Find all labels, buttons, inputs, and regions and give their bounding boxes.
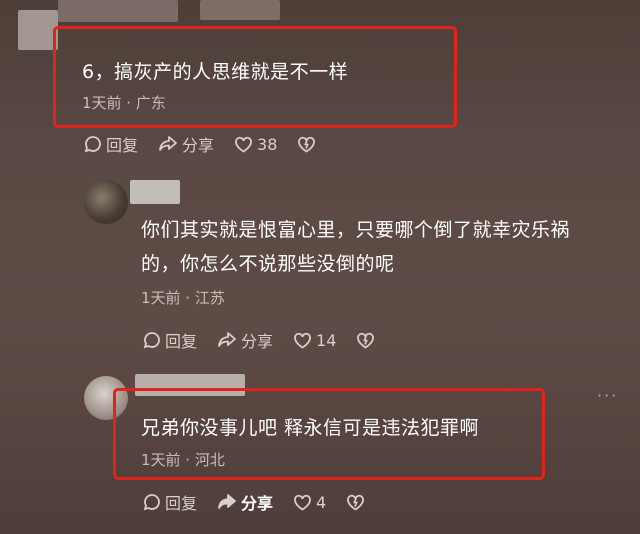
comment-1-share-label: 分享 (182, 136, 215, 155)
dislike-heart-icon (357, 332, 375, 349)
comment-1-like-button[interactable]: 38 (234, 135, 277, 154)
comment-3-meta: 1天前 · 河北 (141, 451, 225, 469)
heart-icon (294, 494, 311, 511)
comment-2-share-button[interactable]: 分享 (217, 328, 273, 352)
comment-1-text: 6，搞灰产的人思维就是不一样 (82, 61, 349, 83)
share-arrow-icon (218, 494, 236, 509)
blurred-avatar-top (18, 10, 58, 50)
comment-3-text: 兄弟你没事儿吧 释永信可是违法犯罪啊 (141, 417, 480, 439)
blurred-username-top-2 (200, 0, 280, 20)
comment-2-actions: 回复 分享 14 (143, 328, 375, 352)
comment-2-share-label: 分享 (241, 332, 274, 351)
comment-3-share-label: 分享 (241, 494, 274, 513)
comment-3-actions: 回复 分享 4 (143, 490, 365, 514)
dislike-heart-icon (298, 136, 316, 153)
comment-3-like-button[interactable]: 4 (293, 493, 326, 512)
comment-2-like-count: 14 (316, 330, 337, 350)
comment-2-dislike-button[interactable] (356, 332, 375, 349)
comment-1-meta: 1天前 · 广东 (82, 94, 166, 112)
comment-2-text-line1: 你们其实就是恨富心里，只要哪个倒了就幸灾乐祸 (141, 219, 571, 241)
share-arrow-icon (218, 332, 236, 347)
comment-2-avatar[interactable] (84, 180, 128, 224)
comment-2-meta: 1天前 · 江苏 (141, 289, 225, 307)
blurred-username-top (58, 0, 178, 22)
comment-1-like-count: 38 (257, 134, 278, 154)
share-arrow-icon (159, 136, 177, 151)
comment-2-like-button[interactable]: 14 (293, 331, 336, 350)
dislike-heart-icon (347, 494, 365, 511)
comment-bubble-icon (143, 332, 160, 349)
comment-1-reply-label: 回复 (106, 136, 139, 155)
comment-3-reply-button[interactable]: 回复 (143, 490, 197, 514)
comment-1-reply-button[interactable]: 回复 (84, 132, 138, 156)
blurred-username-2 (130, 180, 180, 204)
comment-2-reply-label: 回复 (165, 332, 198, 351)
comment-1-dislike-button[interactable] (297, 136, 316, 153)
comment-3-dislike-button[interactable] (346, 494, 365, 511)
comment-bubble-icon (143, 494, 160, 511)
comment-1-actions: 回复 分享 38 (84, 132, 316, 156)
comment-3-reply-label: 回复 (165, 494, 198, 513)
comment-3-share-button[interactable]: 分享 (217, 490, 273, 514)
comment-bubble-icon (84, 136, 101, 153)
comment-2-reply-button[interactable]: 回复 (143, 328, 197, 352)
more-icon[interactable]: ··· (597, 386, 618, 405)
heart-icon (294, 332, 311, 349)
comment-1-share-button[interactable]: 分享 (158, 132, 214, 156)
heart-icon (235, 136, 252, 153)
comment-3-like-count: 4 (316, 492, 327, 512)
comment-2-text-line2: 的，你怎么不说那些没倒的呢 (141, 253, 395, 275)
